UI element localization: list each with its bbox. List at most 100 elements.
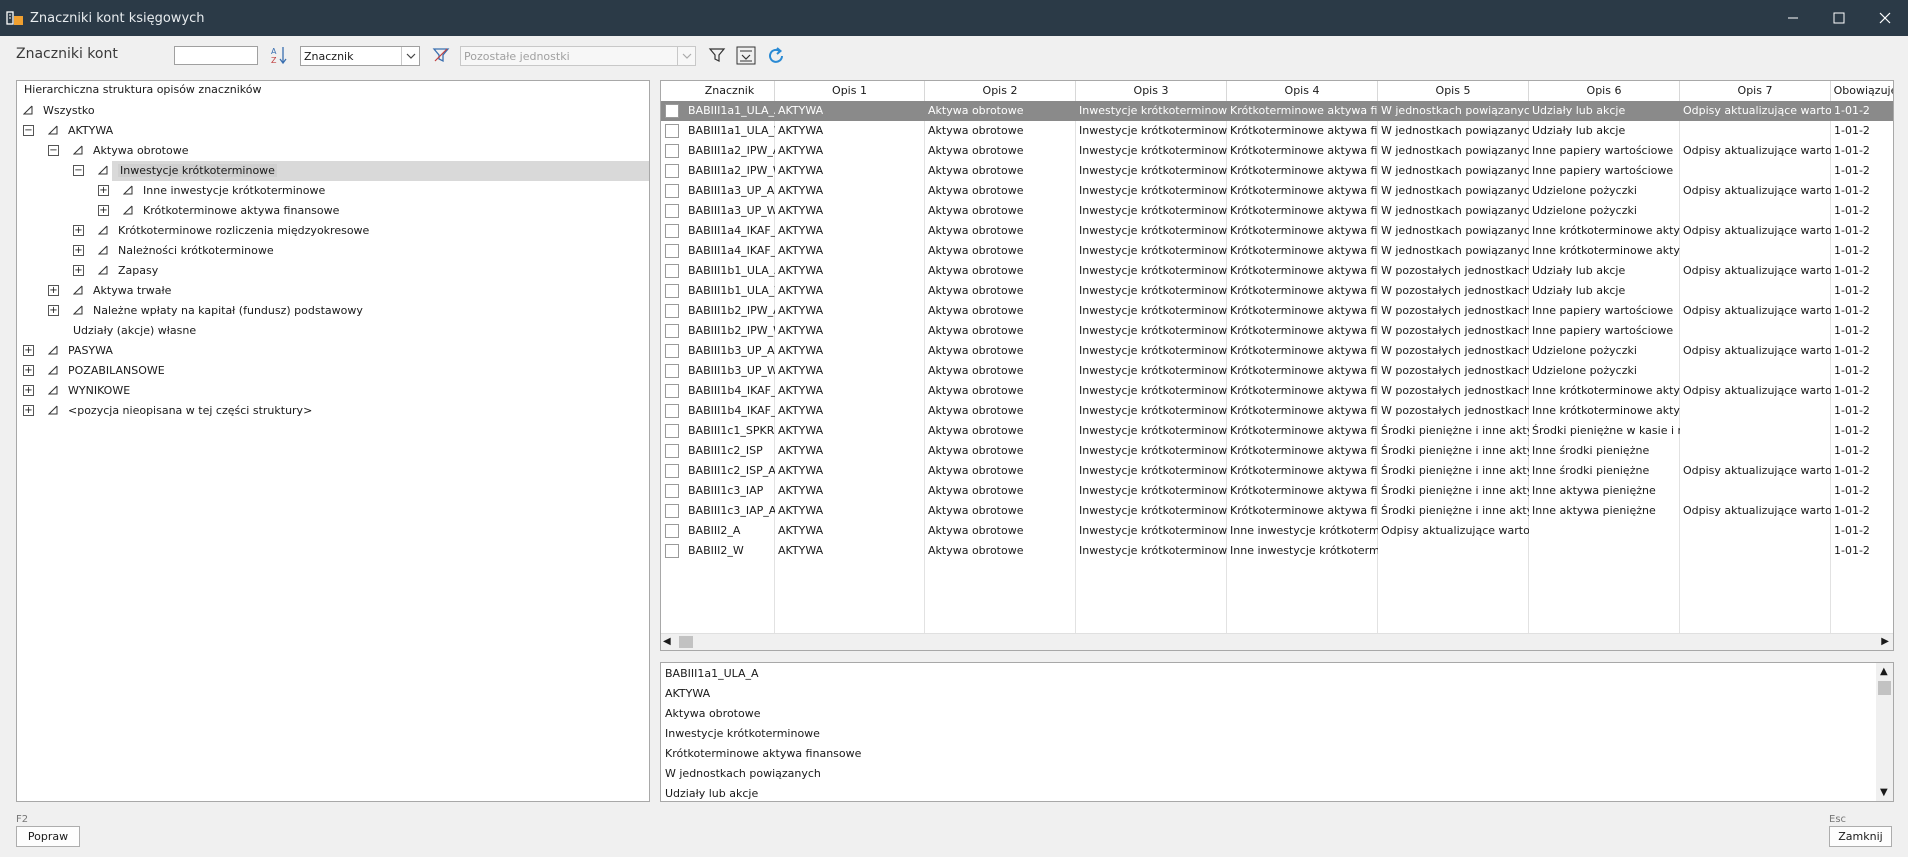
scroll-right-icon[interactable]: ▶ (1881, 636, 1889, 647)
table-row[interactable]: BABIII1a3_UP_W AKTYWA Aktywa obrotowe Inwes… (661, 201, 1893, 221)
table-row[interactable]: BABIII1a4_IKAF_A AKTYWA Aktywa obrotowe Inw… (661, 221, 1893, 241)
tree-item[interactable]: Wszystko (23, 101, 95, 119)
row-checkbox[interactable] (665, 364, 679, 378)
tree-item[interactable]: + WYNIKOWE (23, 381, 130, 399)
funnel-icon[interactable] (708, 46, 726, 64)
row-checkbox[interactable] (665, 284, 679, 298)
tree-item[interactable]: + Inne inwestycje krótkoterminowe (98, 181, 325, 199)
scroll-left-icon[interactable]: ◀ (663, 636, 671, 647)
row-checkbox[interactable] (665, 544, 679, 558)
column-header[interactable]: Opis 5 (1378, 81, 1529, 101)
row-checkbox[interactable] (665, 104, 679, 118)
collapse-node-icon[interactable]: − (48, 144, 59, 156)
tree-item[interactable]: + Należne wpłaty na kapitał (fundusz) pod… (48, 301, 363, 319)
row-checkbox[interactable] (665, 384, 679, 398)
row-checkbox[interactable] (665, 524, 679, 538)
column-header[interactable]: Opis 2 (925, 81, 1076, 101)
horizontal-scrollbar[interactable]: ◀ ▶ (661, 633, 1893, 650)
table-row[interactable]: BABIII1a2_IPW_W AKTYWA Aktywa obrotowe Inwe… (661, 161, 1893, 181)
row-checkbox[interactable] (665, 504, 679, 518)
column-header[interactable]: Obowiązuje (1831, 81, 1893, 101)
row-checkbox[interactable] (665, 124, 679, 138)
expand-icon[interactable] (736, 46, 756, 65)
table-row[interactable]: BABIII1b2_IPW_A AKTYWA Aktywa obrotowe Inwe… (661, 301, 1893, 321)
table-row[interactable]: BABIII1c3_IAP AKTYWA Aktywa obrotowe Inwest… (661, 481, 1893, 501)
row-checkbox[interactable] (665, 344, 679, 358)
table-row[interactable]: BABIII1a4_IKAF_WAKTYWA Aktywa obrotowe Inw… (661, 241, 1893, 261)
row-checkbox[interactable] (665, 304, 679, 318)
row-checkbox[interactable] (665, 424, 679, 438)
table-row[interactable]: BABIII1a2_IPW_A AKTYWA Aktywa obrotowe Inwe… (661, 141, 1893, 161)
table-row[interactable]: BABIII1b2_IPW_W AKTYWA Aktywa obrotowe Inwe… (661, 321, 1893, 341)
tree-item[interactable]: + Aktywa trwałe (48, 281, 171, 299)
table-row[interactable]: BABIII1c3_IAP_A AKTYWA Aktywa obrotowe Inwe… (661, 501, 1893, 521)
table-row[interactable]: BABIII1a3_UP_A AKTYWA Aktywa obrotowe Inwes… (661, 181, 1893, 201)
expand-node-icon[interactable]: + (98, 184, 109, 196)
tree-item[interactable]: − Aktywa obrotowe (48, 141, 188, 159)
row-checkbox[interactable] (665, 164, 679, 178)
refresh-icon[interactable] (766, 46, 786, 66)
sort-field-select[interactable]: Znacznik (300, 46, 420, 66)
collapse-node-icon[interactable]: − (73, 164, 84, 176)
row-checkbox[interactable] (665, 204, 679, 218)
search-input[interactable] (174, 46, 258, 65)
filter-icon[interactable] (432, 46, 450, 64)
row-checkbox[interactable] (665, 404, 679, 418)
row-checkbox[interactable] (665, 264, 679, 278)
close-button[interactable] (1862, 0, 1908, 36)
minimize-button[interactable] (1770, 0, 1816, 36)
expand-node-icon[interactable]: + (48, 284, 59, 296)
row-checkbox[interactable] (665, 144, 679, 158)
expand-node-icon[interactable]: + (48, 304, 59, 316)
table-row[interactable]: BABIII1b1_ULA_WAKTYWA Aktywa obrotowe Inwe… (661, 281, 1893, 301)
table-row[interactable]: BABIII2_A AKTYWA Aktywa obrotowe Inwestycje… (661, 521, 1893, 541)
expand-node-icon[interactable]: + (23, 384, 34, 396)
tree-item[interactable]: − AKTYWA (23, 121, 113, 139)
tree-item[interactable]: + Krótkoterminowe aktywa finansowe (98, 201, 339, 219)
table-row[interactable]: BABIII2_W AKTYWA Aktywa obrotowe Inwestycje… (661, 541, 1893, 561)
scroll-down-icon[interactable]: ▼ (1880, 787, 1888, 798)
table-row[interactable]: BABIII1b4_IKAF_A AKTYWA Aktywa obrotowe Inw… (661, 381, 1893, 401)
row-checkbox[interactable] (665, 224, 679, 238)
column-header[interactable]: Opis 7 (1680, 81, 1831, 101)
column-header[interactable]: Znacznik (685, 81, 775, 101)
column-header[interactable]: Opis 6 (1529, 81, 1680, 101)
expand-node-icon[interactable]: + (23, 344, 34, 356)
table-row[interactable]: BABIII1b3_UP_W AKTYWA Aktywa obrotowe Inwes… (661, 361, 1893, 381)
sort-az-icon[interactable]: A Z (270, 45, 288, 65)
row-checkbox[interactable] (665, 184, 679, 198)
tree-item[interactable]: + <pozycja nieopisana w tej części strukt… (23, 401, 312, 419)
tree-item[interactable]: Udziały (akcje) własne (48, 321, 196, 339)
table-row[interactable]: BABIII1a1_ULA_WAKTYWA Aktywa obrotowe Inwe… (661, 121, 1893, 141)
close-dialog-button[interactable]: Zamknij (1829, 826, 1892, 847)
row-checkbox[interactable] (665, 324, 679, 338)
table-row[interactable]: BABIII1b1_ULA_A AKTYWA Aktywa obrotowe Inwe… (661, 261, 1893, 281)
expand-node-icon[interactable]: + (73, 264, 84, 276)
expand-node-icon[interactable]: + (23, 364, 34, 376)
column-header[interactable]: Opis 3 (1076, 81, 1227, 101)
tree-item[interactable]: + Krótkoterminowe rozliczenia międzyokres… (73, 221, 369, 239)
maximize-button[interactable] (1816, 0, 1862, 36)
row-checkbox[interactable] (665, 464, 679, 478)
table-row[interactable]: BABIII1c2_ISP AKTYWA Aktywa obrotowe Inwest… (661, 441, 1893, 461)
table-row[interactable]: BABIII1c1_SPKR AKTYWA Aktywa obrotowe Inwes… (661, 421, 1893, 441)
tree-item[interactable]: + Zapasy (73, 261, 158, 279)
table-row[interactable]: BABIII1b4_IKAF_WAKTYWA Aktywa obrotowe Inw… (661, 401, 1893, 421)
edit-button[interactable]: Popraw (16, 826, 80, 847)
scrollbar-thumb[interactable] (679, 636, 693, 648)
vertical-scrollbar[interactable]: ▲ ▼ (1876, 663, 1893, 801)
tree-item[interactable]: + Należności krótkoterminowe (73, 241, 274, 259)
table-row[interactable]: BABIII1c2_ISP_A AKTYWA Aktywa obrotowe Inwe… (661, 461, 1893, 481)
column-header[interactable]: Opis 1 (775, 81, 925, 101)
tree-item[interactable]: − Inwestycje krótkoterminowe (73, 161, 649, 179)
tree-item[interactable]: + POZABILANSOWE (23, 361, 165, 379)
expand-node-icon[interactable]: + (73, 224, 84, 236)
expand-node-icon[interactable]: + (98, 204, 109, 216)
expand-node-icon[interactable]: + (73, 244, 84, 256)
scroll-up-icon[interactable]: ▲ (1880, 666, 1888, 677)
tree-item[interactable]: + PASYWA (23, 341, 113, 359)
expand-node-icon[interactable]: + (23, 404, 34, 416)
scrollbar-thumb[interactable] (1878, 681, 1891, 695)
collapse-node-icon[interactable]: − (23, 124, 34, 136)
table-row[interactable]: BABIII1b3_UP_A AKTYWA Aktywa obrotowe Inwes… (661, 341, 1893, 361)
